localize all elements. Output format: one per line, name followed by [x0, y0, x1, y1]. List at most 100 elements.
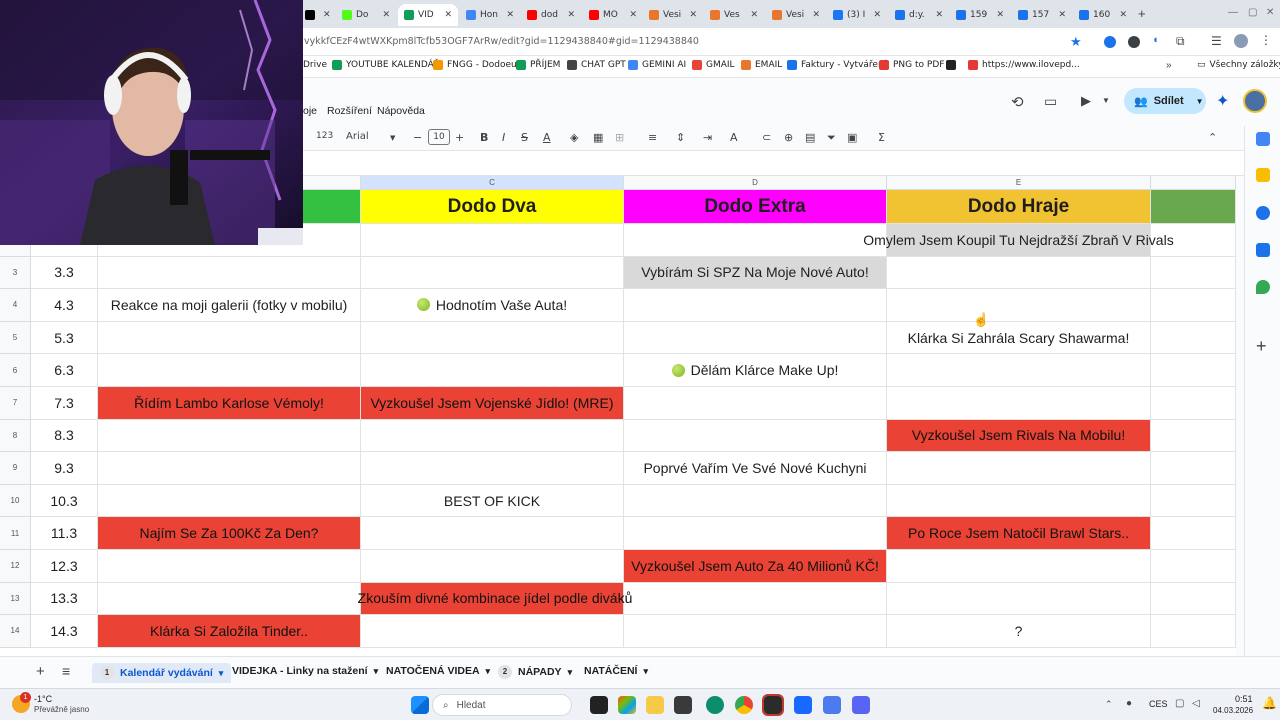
- video-cell[interactable]: [624, 615, 887, 648]
- collapse-icon[interactable]: ⌃: [1208, 131, 1217, 144]
- video-cell[interactable]: [361, 321, 624, 355]
- video-cell[interactable]: Poprvé Vařím Ve Své Nové Kuchyni: [624, 452, 887, 485]
- notification-icon[interactable]: 🔔: [1262, 696, 1277, 710]
- bookmark-item[interactable]: [946, 60, 960, 70]
- close-icon[interactable]: ✕: [812, 10, 820, 20]
- video-cell[interactable]: [624, 517, 887, 550]
- bookmark-item[interactable]: https://www.ilovepd...: [968, 60, 1080, 70]
- video-cell[interactable]: [887, 289, 1151, 322]
- account-avatar[interactable]: [1243, 89, 1267, 113]
- media-icon[interactable]: ☰: [1211, 34, 1222, 48]
- chevron-down-icon[interactable]: ▾: [643, 666, 648, 677]
- close-icon[interactable]: ✕: [935, 10, 943, 20]
- video-cell[interactable]: [624, 484, 887, 518]
- history-icon[interactable]: ⟲: [1011, 93, 1024, 111]
- filter-views-icon[interactable]: ▣: [847, 131, 857, 144]
- row-header[interactable]: 13: [0, 582, 31, 616]
- video-cell[interactable]: Najím Se Za 100Kč Za Den?: [98, 517, 361, 550]
- date-cell[interactable]: 6.3: [31, 354, 98, 387]
- edge-icon[interactable]: [706, 696, 724, 714]
- insert-comment-icon[interactable]: ⊕: [784, 131, 793, 144]
- column-title-cell[interactable]: Dodo Dva: [361, 190, 624, 224]
- empty-cell[interactable]: [1151, 256, 1236, 290]
- close-icon[interactable]: ✕: [1058, 10, 1066, 20]
- video-cell[interactable]: BEST OF KICK: [361, 484, 624, 518]
- close-icon[interactable]: ✕: [689, 10, 697, 20]
- date-cell[interactable]: 9.3: [31, 452, 98, 485]
- functions-icon[interactable]: Σ: [878, 131, 885, 144]
- maximize-icon[interactable]: ▢: [1248, 7, 1257, 18]
- chevron-down-icon[interactable]: ▾: [568, 667, 573, 678]
- video-cell[interactable]: [887, 582, 1151, 616]
- close-icon[interactable]: ✕: [444, 10, 452, 20]
- date-cell[interactable]: 4.3: [31, 289, 98, 322]
- taskbar-search[interactable]: ⌕ Hledat: [432, 694, 572, 716]
- date-cell[interactable]: 12.3: [31, 550, 98, 583]
- link-icon[interactable]: ⊂: [762, 131, 771, 144]
- video-cell[interactable]: Vyzkoušel Jsem Auto Za 40 Milionů KČ!: [624, 550, 887, 583]
- video-cell[interactable]: ?: [887, 615, 1151, 648]
- explorer-icon[interactable]: [646, 696, 664, 714]
- close-icon[interactable]: ✕: [873, 10, 881, 20]
- copilot-icon[interactable]: [618, 696, 636, 714]
- chevron-down-icon[interactable]: ▼: [1196, 97, 1204, 106]
- video-cell[interactable]: Hodnotím Vaše Auta!: [361, 289, 624, 322]
- browser-tab[interactable]: Hon ✕: [460, 4, 520, 26]
- video-cell[interactable]: Po Roce Jsem Natočil Brawl Stars..: [887, 517, 1151, 550]
- start-button[interactable]: [411, 696, 429, 714]
- video-cell[interactable]: [887, 550, 1151, 583]
- browser-tab[interactable]: MO ✕: [583, 4, 643, 26]
- sheet-tab[interactable]: 1 Kalendář vydávání ▾: [92, 663, 232, 683]
- puzzle-icon[interactable]: ⧉: [1176, 34, 1185, 49]
- row-header[interactable]: 8: [0, 419, 31, 453]
- spreadsheet-grid[interactable]: C D E Dodo Dva Dodo Extra Dodo Hraje Omylem Js…: [0, 176, 1236, 656]
- comment-icon[interactable]: ▭: [1044, 93, 1057, 110]
- all-sheets-icon[interactable]: ≡: [62, 663, 70, 679]
- volume-icon[interactable]: ◁: [1192, 698, 1200, 709]
- close-icon[interactable]: ✕: [629, 10, 637, 20]
- sheet-tab[interactable]: NATOČENÁ VIDEA ▾: [386, 665, 490, 677]
- clock-time[interactable]: 0:51: [1235, 694, 1253, 704]
- video-cell[interactable]: [361, 615, 624, 648]
- sheet-tab[interactable]: 2 NÁPADY ▾: [498, 665, 572, 679]
- bookmark-item[interactable]: Drive: [303, 60, 327, 70]
- video-cell[interactable]: Klárka Si Zahrála Scary Shawarma!: [887, 321, 1151, 355]
- video-cell[interactable]: [887, 387, 1151, 420]
- date-cell[interactable]: 14.3: [31, 615, 98, 648]
- date-cell[interactable]: 11.3: [31, 517, 98, 550]
- browser-tab[interactable]: Do ✕: [336, 4, 396, 26]
- bookmark-item[interactable]: GMAIL: [692, 60, 735, 70]
- contacts-icon[interactable]: [1256, 243, 1270, 257]
- store-icon[interactable]: [674, 696, 692, 714]
- row-header[interactable]: 3: [0, 256, 31, 290]
- video-cell[interactable]: [98, 354, 361, 387]
- discord-icon[interactable]: [852, 696, 870, 714]
- chevron-down-icon[interactable]: ▼: [390, 134, 395, 142]
- meet-icon[interactable]: ▶: [1081, 93, 1091, 109]
- close-icon[interactable]: ✕: [567, 10, 575, 20]
- date-cell[interactable]: 13.3: [31, 582, 98, 616]
- valign-icon[interactable]: ⇕: [676, 131, 685, 144]
- column-title-cell[interactable]: [1151, 190, 1236, 224]
- chevron-down-icon[interactable]: ▾: [374, 666, 379, 677]
- column-header[interactable]: E: [887, 176, 1151, 190]
- video-cell[interactable]: [624, 224, 887, 257]
- rotate-icon[interactable]: A: [730, 131, 738, 144]
- video-cell[interactable]: Omylem Jsem Koupil Tu Nejdražší Zbraň V …: [863, 224, 1174, 257]
- browser-tab[interactable]: 159 ✕: [950, 4, 1010, 26]
- close-icon[interactable]: ✕: [506, 10, 514, 20]
- close-icon[interactable]: ✕: [1119, 10, 1127, 20]
- sheet-tab[interactable]: NATÁČENÍ ▾: [584, 665, 648, 677]
- video-cell[interactable]: [98, 484, 361, 518]
- more-menu-icon[interactable]: ⋮: [1260, 33, 1272, 47]
- video-cell[interactable]: [887, 256, 1151, 290]
- row-header[interactable]: 10: [0, 484, 31, 518]
- video-cell[interactable]: [624, 321, 887, 355]
- language-indicator[interactable]: CES: [1149, 699, 1168, 709]
- app-icon[interactable]: [823, 696, 841, 714]
- empty-cell[interactable]: [1151, 354, 1236, 387]
- video-cell[interactable]: [361, 224, 624, 257]
- browser-tab[interactable]: Vesi ✕: [643, 4, 703, 26]
- fill-color-icon[interactable]: ◈: [570, 131, 578, 144]
- minimize-icon[interactable]: —: [1228, 7, 1238, 18]
